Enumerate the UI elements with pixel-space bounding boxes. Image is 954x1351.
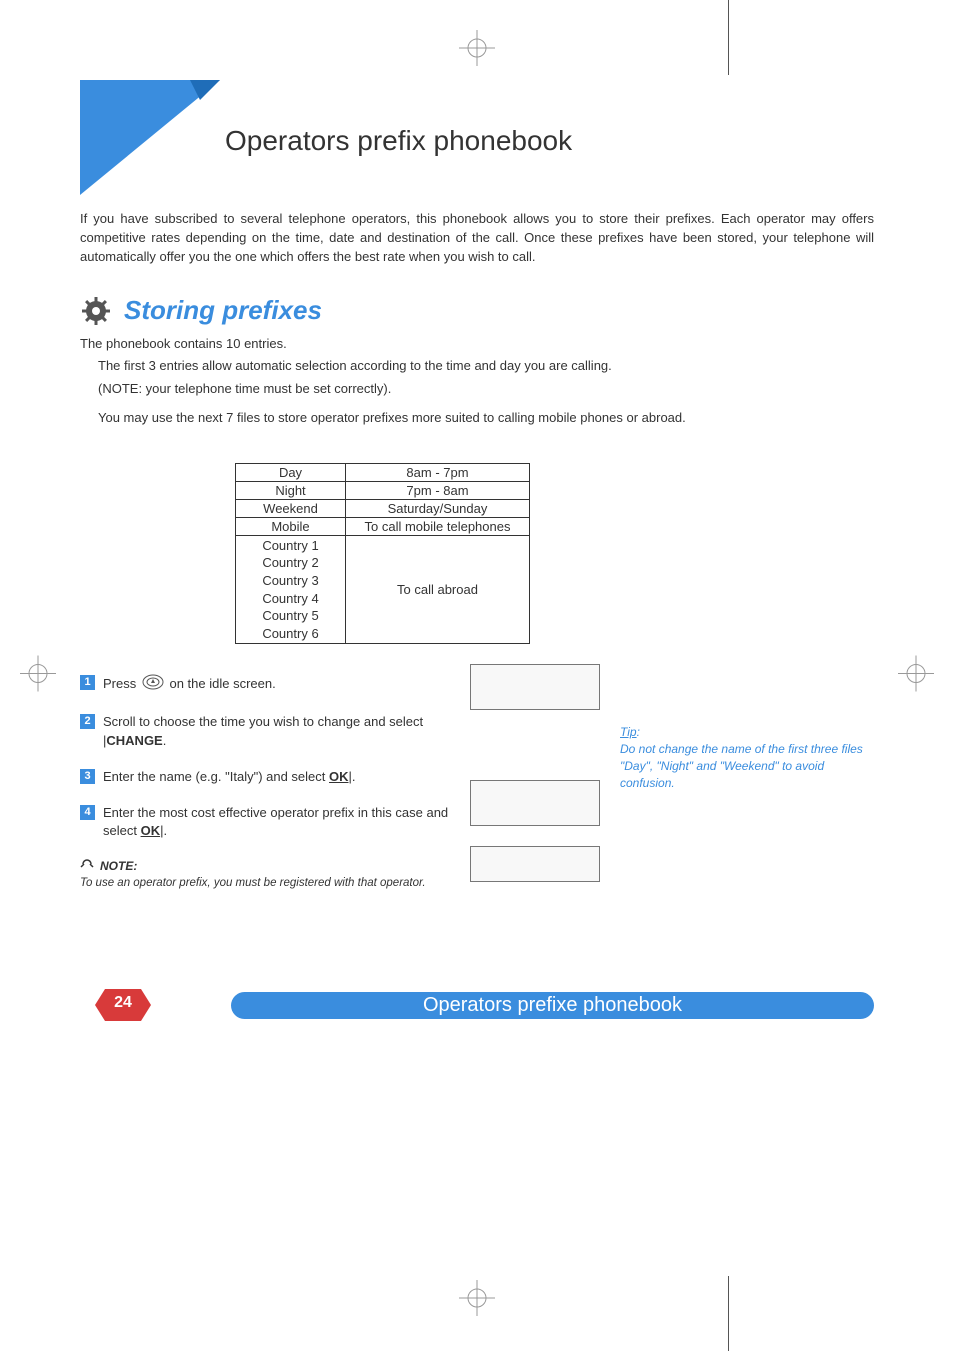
- note-label: NOTE:: [100, 859, 137, 873]
- intro-paragraph: If you have subscribed to several teleph…: [80, 210, 874, 267]
- country-item: Country 1: [242, 537, 339, 555]
- country-item: Country 5: [242, 607, 339, 625]
- table-cell: Day: [236, 463, 346, 481]
- trim-line-top: [728, 0, 729, 75]
- screen-placeholder: [470, 846, 600, 882]
- step-text: Enter the name (e.g. "Italy") and select: [103, 769, 329, 784]
- section-title: Storing prefixes: [124, 295, 322, 326]
- note-heading: NOTE:: [80, 858, 450, 873]
- step-text: Press: [103, 676, 140, 691]
- screen-placeholder: [470, 664, 600, 710]
- table-cell: To call abroad: [346, 535, 530, 643]
- footer-title-bar: Operators prefixe phonebook: [231, 992, 874, 1019]
- country-item: Country 2: [242, 554, 339, 572]
- crop-mark-top: [459, 30, 495, 71]
- step-number-badge: 4: [80, 805, 95, 820]
- step-2: 2 Scroll to choose the time you wish to …: [80, 713, 450, 749]
- step-number-badge: 2: [80, 714, 95, 729]
- softkey-label: OK: [329, 769, 349, 784]
- info-icon: [80, 858, 94, 873]
- country-item: Country 6: [242, 625, 339, 643]
- body-line-4: You may use the next 7 files to store op…: [98, 409, 874, 428]
- table-row: Night7pm - 8am: [236, 481, 530, 499]
- tip-text: Do not change the name of the first thre…: [620, 742, 863, 790]
- country-item: Country 3: [242, 572, 339, 590]
- crop-mark-bottom: [459, 1280, 495, 1321]
- prefix-table: Day8am - 7pm Night7pm - 8am WeekendSatur…: [235, 463, 530, 644]
- table-cell: Saturday/Sunday: [346, 499, 530, 517]
- page-title: Operators prefix phonebook: [225, 125, 572, 157]
- table-row: Country 1 Country 2 Country 3 Country 4 …: [236, 535, 530, 643]
- tip-box: Tip: Do not change the name of the first…: [620, 724, 874, 791]
- table-cell: Mobile: [236, 517, 346, 535]
- trim-line-bottom: [728, 1276, 729, 1351]
- step-number-badge: 3: [80, 769, 95, 784]
- screen-placeholder: [470, 780, 600, 826]
- step-number-badge: 1: [80, 675, 95, 690]
- step-text: .: [163, 733, 167, 748]
- tip-label: Tip: [620, 725, 637, 739]
- table-cell: Weekend: [236, 499, 346, 517]
- softkey-label: OK: [141, 823, 161, 838]
- table-cell-countries: Country 1 Country 2 Country 3 Country 4 …: [236, 535, 346, 643]
- page-number-badge: 24: [95, 989, 151, 1021]
- step-1: 1 Press on the idle screen.: [80, 674, 450, 695]
- step-text: on the idle screen.: [169, 676, 275, 691]
- gear-icon: [80, 295, 112, 327]
- step-text: |.: [349, 769, 356, 784]
- table-row: WeekendSaturday/Sunday: [236, 499, 530, 517]
- crop-mark-right: [898, 655, 934, 696]
- note-text: To use an operator prefix, you must be r…: [80, 876, 450, 892]
- table-cell: 7pm - 8am: [346, 481, 530, 499]
- table-cell: To call mobile telephones: [346, 517, 530, 535]
- body-line-3: (NOTE: your telephone time must be set c…: [98, 380, 874, 399]
- table-cell: 8am - 7pm: [346, 463, 530, 481]
- nav-key-icon: [142, 674, 164, 695]
- table-cell: Night: [236, 481, 346, 499]
- softkey-label: CHANGE: [106, 733, 162, 748]
- step-3: 3 Enter the name (e.g. "Italy") and sele…: [80, 768, 450, 786]
- step-4: 4 Enter the most cost effective operator…: [80, 804, 450, 840]
- crop-mark-left: [20, 655, 56, 696]
- body-line-1: The phonebook contains 10 entries.: [80, 335, 874, 354]
- step-text: |.: [160, 823, 167, 838]
- table-row: MobileTo call mobile telephones: [236, 517, 530, 535]
- table-row: Day8am - 7pm: [236, 463, 530, 481]
- body-line-2: The first 3 entries allow automatic sele…: [98, 357, 874, 376]
- page-number: 24: [95, 994, 151, 1012]
- country-item: Country 4: [242, 590, 339, 608]
